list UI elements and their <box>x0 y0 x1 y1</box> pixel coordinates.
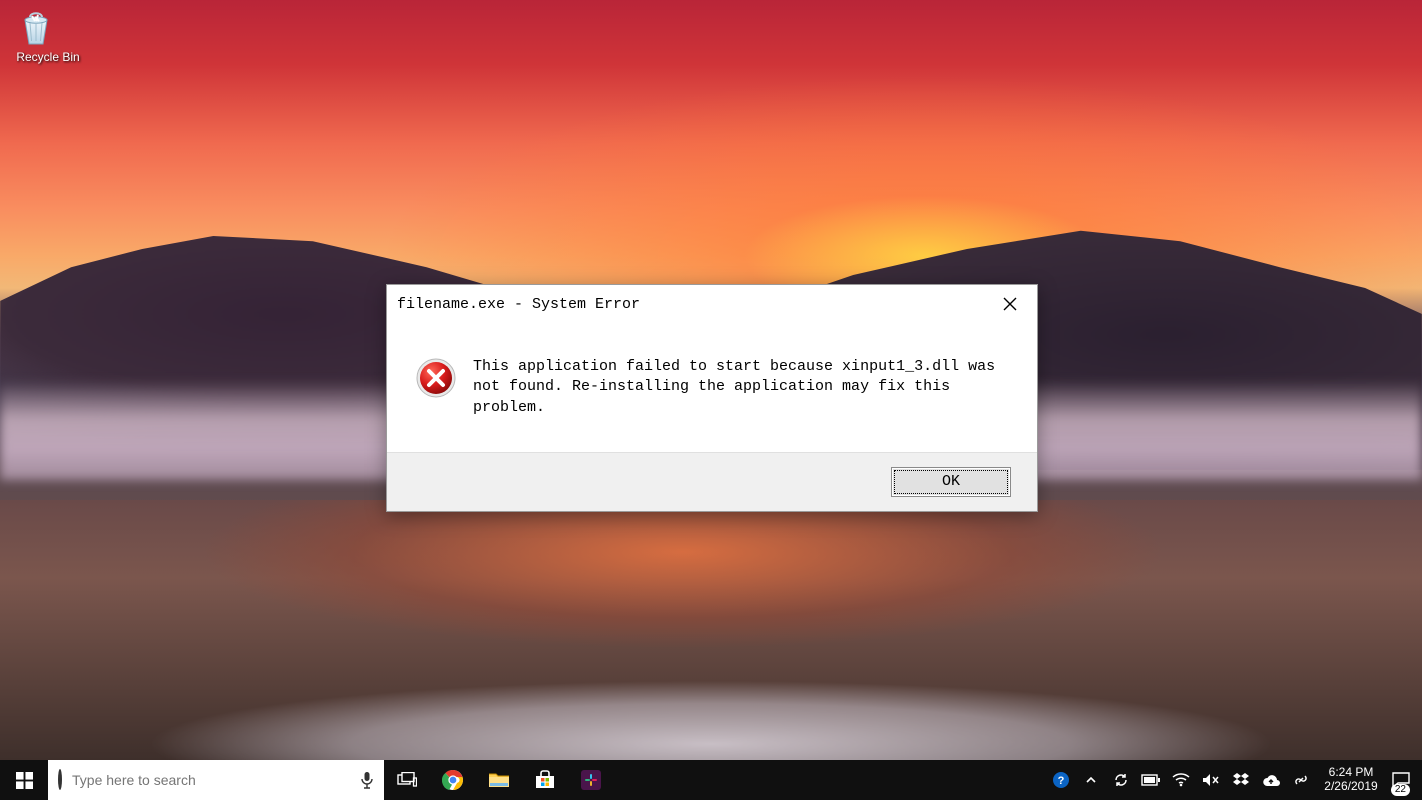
volume-tray-button[interactable] <box>1196 760 1226 800</box>
cloud-tray-button[interactable] <box>1256 760 1286 800</box>
dialog-footer: OK <box>387 452 1037 511</box>
ok-button[interactable]: OK <box>891 467 1011 497</box>
folder-icon <box>488 771 510 789</box>
chrome-button[interactable] <box>430 760 476 800</box>
onedrive-tray-button[interactable] <box>1106 760 1136 800</box>
chrome-icon <box>442 769 464 791</box>
clock-date: 2/26/2019 <box>1316 780 1386 794</box>
windows-logo-icon <box>16 772 33 789</box>
clock-time: 6:24 PM <box>1316 766 1386 780</box>
close-icon <box>1003 297 1017 311</box>
slack-button[interactable] <box>568 760 614 800</box>
recycle-bin-icon <box>16 8 80 48</box>
action-center-button[interactable]: 22 <box>1386 760 1416 800</box>
ms-store-button[interactable] <box>522 760 568 800</box>
dialog-message: This application failed to start because… <box>473 357 1009 418</box>
cortana-icon <box>58 771 62 789</box>
chevron-up-icon <box>1085 774 1097 786</box>
dropbox-tray-button[interactable] <box>1226 760 1256 800</box>
wallpaper-snow <box>0 680 1422 760</box>
battery-tray-button[interactable] <box>1136 760 1166 800</box>
device-tray-button[interactable] <box>1286 760 1316 800</box>
tray-overflow-button[interactable] <box>1076 760 1106 800</box>
desktop-icon-label: Recycle Bin <box>16 50 80 64</box>
svg-text:?: ? <box>1058 775 1065 787</box>
dialog-titlebar[interactable]: filename.exe - System Error <box>387 285 1037 323</box>
show-desktop-button[interactable] <box>1416 760 1422 800</box>
task-view-button[interactable] <box>384 760 430 800</box>
error-icon <box>415 357 457 399</box>
dialog-body: This application failed to start because… <box>387 323 1037 452</box>
task-view-icon <box>397 772 417 788</box>
wifi-icon <box>1172 773 1190 787</box>
taskbar-clock[interactable]: 6:24 PM 2/26/2019 <box>1316 766 1386 794</box>
file-explorer-button[interactable] <box>476 760 522 800</box>
dropbox-icon <box>1233 773 1249 787</box>
taskbar: ? 6:24 PM 2/26/2019 <box>0 760 1422 800</box>
slack-icon <box>581 770 601 790</box>
start-button[interactable] <box>0 760 48 800</box>
close-button[interactable] <box>993 291 1027 317</box>
volume-muted-icon <box>1202 773 1220 787</box>
notification-badge: 22 <box>1391 784 1410 796</box>
store-icon <box>534 770 556 790</box>
sync-icon <box>1113 772 1129 788</box>
cloud-upload-icon <box>1262 774 1280 787</box>
dialog-title: filename.exe - System Error <box>397 296 993 313</box>
taskbar-search[interactable] <box>48 760 384 800</box>
system-tray: ? 6:24 PM 2/26/2019 <box>1046 760 1422 800</box>
help-icon: ? <box>1052 771 1070 789</box>
search-input[interactable] <box>70 771 352 789</box>
battery-icon <box>1141 774 1161 786</box>
desktop-icon-recycle-bin[interactable]: Recycle Bin <box>16 8 80 64</box>
wifi-tray-button[interactable] <box>1166 760 1196 800</box>
usb-link-icon <box>1293 772 1309 788</box>
microphone-icon[interactable] <box>360 771 374 789</box>
system-error-dialog: filename.exe - System Error This applica… <box>386 284 1038 512</box>
get-help-button[interactable]: ? <box>1046 760 1076 800</box>
taskbar-spacer <box>614 760 1046 800</box>
